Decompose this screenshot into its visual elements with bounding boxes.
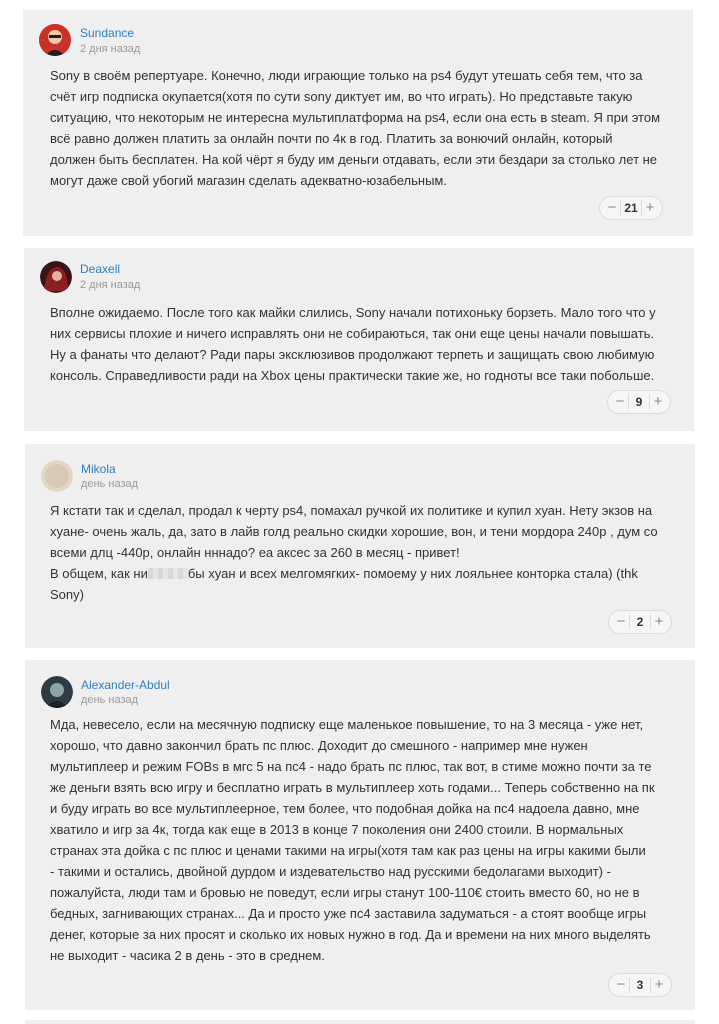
comment-author[interactable]: Sundance [80, 26, 134, 40]
comment-card: Deaxell 2 дня назад Вполне ожидаемо. Пос… [24, 248, 694, 431]
comment-line: Вполне ожидаемо. После того как майки сл… [50, 305, 656, 320]
avatar[interactable] [41, 676, 73, 708]
comment-line: пожалуйста, люди там и бровью не поведут… [50, 885, 640, 900]
comment-card: Mikola день назад Я кстати так и сделал,… [25, 444, 695, 648]
censored-word [147, 568, 188, 579]
vote-control: − 21 + [599, 196, 663, 220]
comment-line: же деньги взять всю игру и бесплатно игр… [50, 780, 655, 795]
plus-icon[interactable]: + [651, 614, 667, 630]
comment-line: ситуацию, что некоторым не интересна мул… [50, 110, 661, 125]
comment-timestamp: день назад [81, 694, 139, 706]
comment-timestamp: 2 дня назад [80, 279, 141, 291]
comment-line: не выходит - часика 2 в день - это в сре… [50, 948, 325, 963]
comment-line: консоль. Справедливости ради на Xbox цен… [50, 368, 655, 383]
vote-control: − 9 + [607, 390, 671, 414]
comment-timestamp: 2 дня назад [80, 43, 141, 55]
comment-text: Я кстати так и сделал, продал к черту ps… [50, 500, 680, 605]
minus-icon[interactable]: − [612, 394, 628, 410]
comment-fragment: В общем, как ни [50, 566, 148, 581]
comment-line: и буду играть во все мультиплеерное, тем… [50, 801, 640, 816]
comment-line: Sony в своём репертуаре. Конечно, люди и… [50, 68, 643, 83]
comment-line: Ну а фанаты что делают? Ради пары эксклю… [50, 347, 655, 362]
comment-line: В общем, как ни бы хуан и всех мелгомягки… [50, 563, 680, 584]
comment-text: Sony в своём репертуаре. Конечно, люди и… [50, 65, 680, 191]
comment-line: хватило и игр за 4к, тогда как еще в 201… [50, 822, 624, 837]
comment-line: - такими и остались, двойной дурдом и из… [50, 864, 611, 879]
avatar[interactable] [40, 261, 72, 293]
comment-line: Мда, невесело, если на месячную подписку… [50, 717, 644, 732]
comment-text: Вполне ожидаемо. После того как майки сл… [50, 302, 680, 386]
minus-icon[interactable]: − [604, 200, 620, 216]
vote-count: 3 [629, 977, 651, 993]
vote-count: 9 [628, 394, 650, 410]
plus-icon[interactable]: + [651, 977, 667, 993]
vote-count: 2 [629, 614, 651, 630]
vote-count: 21 [620, 200, 642, 216]
avatar[interactable] [41, 460, 73, 492]
comment-line: хорошо, что давно закончил брать пс плюс… [50, 738, 588, 753]
plus-icon[interactable]: + [650, 394, 666, 410]
comment-line: счёт игр подписка окупается(хотя по сути… [50, 89, 633, 104]
comment-timestamp: день назад [81, 478, 139, 490]
comment-line: мультиплеер и режим FOBs в мгс 5 на пс4 … [50, 759, 652, 774]
vote-control: − 3 + [608, 973, 672, 997]
comment-line: Sony) [50, 587, 84, 602]
comment-line: могут даже свой убогий магазин сделать а… [50, 173, 447, 188]
plus-icon[interactable]: + [642, 200, 658, 216]
comment-line: всё равно должен платить за онлайн почти… [50, 131, 613, 146]
comment-line: хуане- очень жаль, да, зато в лайв голд … [50, 524, 658, 539]
comment-author[interactable]: Deaxell [80, 262, 120, 276]
next-comment-edge [25, 1020, 695, 1024]
comment-fragment: бы хуан и всех мелгомягких- помоему у ни… [187, 566, 638, 581]
comment-author[interactable]: Alexander-Abdul [81, 678, 170, 692]
comment-card: Alexander-Abdul день назад Мда, невесело… [25, 660, 695, 1010]
avatar[interactable] [39, 24, 71, 56]
comment-line: бедных, загнивающих странах... Да и прос… [50, 906, 647, 921]
comment-line: должен быть бесплатен. На кой чёрт я буд… [50, 152, 658, 167]
comment-line: денег, которые за них просят и сколько и… [50, 927, 651, 942]
comment-line: них сервисы плохие и ничего исправлять о… [50, 326, 655, 341]
comment-text: Мда, невесело, если на месячную подписку… [50, 714, 690, 966]
minus-icon[interactable]: − [613, 977, 629, 993]
comment-line: странах эта дойка с пс плюс и ценами так… [50, 843, 646, 858]
vote-control: − 2 + [608, 610, 672, 634]
comment-line: Я кстати так и сделал, продал к черту ps… [50, 503, 653, 518]
comment-card: Sundance 2 дня назад Sony в своём реперт… [23, 10, 693, 236]
comment-author[interactable]: Mikola [81, 462, 116, 476]
comment-line: всеми длц -440р, онлайн нннадо? еа аксес… [50, 545, 460, 560]
minus-icon[interactable]: − [613, 614, 629, 630]
